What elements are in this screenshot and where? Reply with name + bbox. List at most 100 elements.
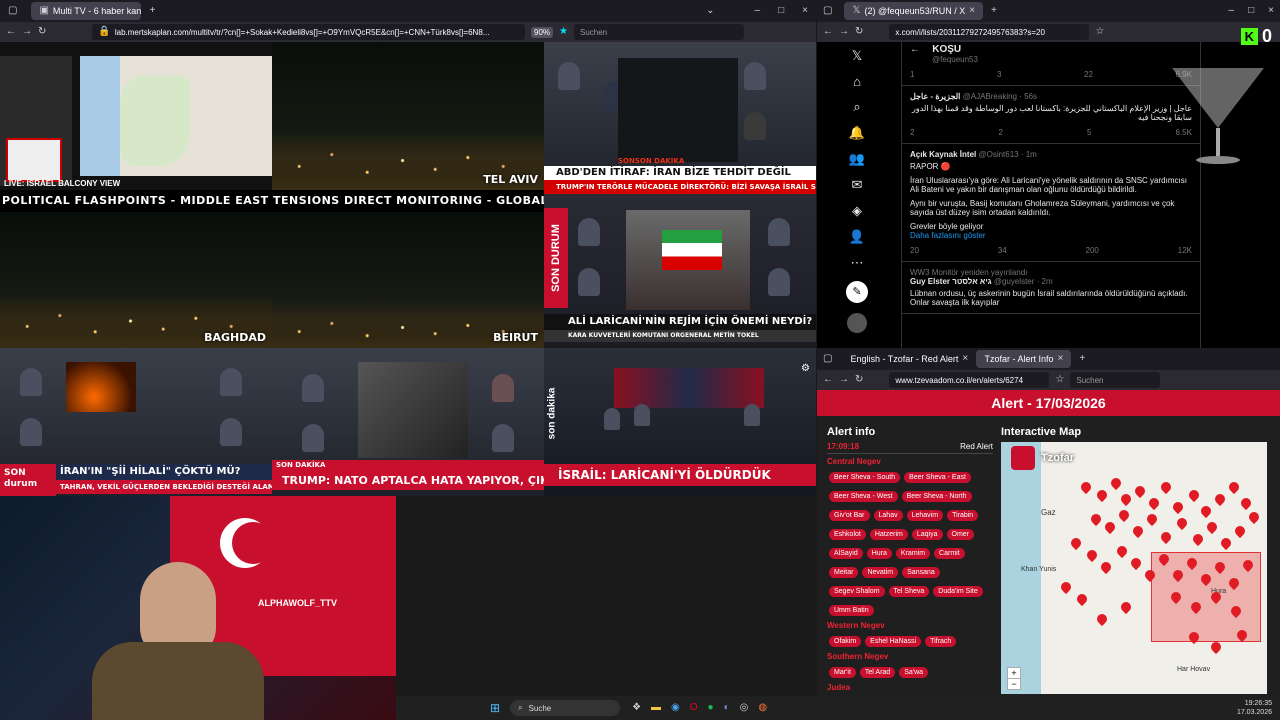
alert-pin-icon[interactable] <box>1118 599 1134 615</box>
tab-tzofar-alert[interactable]: Tzofar - Alert Info × <box>976 350 1072 368</box>
city-chip[interactable]: Beer Sheva - East <box>904 472 971 483</box>
like-count[interactable]: 200 <box>1086 246 1099 255</box>
url-field[interactable]: 🔒 lab.mertskaplan.com/multitv/tr/?cn[]=+… <box>92 24 526 40</box>
reply-count[interactable]: 1 <box>910 70 914 79</box>
alert-pin-icon[interactable] <box>1074 591 1090 607</box>
tab-x[interactable]: 𝕏 (2) @fequeun53/RUN / X × <box>844 2 984 20</box>
more-icon[interactable]: ⋯ <box>851 255 864 271</box>
taskbar-search[interactable]: ⌕ Suche <box>510 700 621 716</box>
back-icon[interactable]: ← <box>823 27 833 37</box>
tile-baghdad[interactable]: BAGHDAD <box>0 212 272 348</box>
alert-pin-icon[interactable] <box>1108 475 1124 491</box>
new-tab-icon[interactable]: + <box>149 6 155 16</box>
city-chip[interactable]: Laqiya <box>911 529 943 540</box>
city-chip[interactable]: Duda'im Site <box>933 586 983 597</box>
alert-pin-icon[interactable] <box>1094 487 1110 503</box>
like-count[interactable]: 22 <box>1084 70 1093 79</box>
url-field[interactable]: x.com/i/lists/2031127927249576383?s=20 <box>889 24 1090 40</box>
city-chip[interactable]: Mar'it <box>829 667 856 678</box>
alert-pin-icon[interactable] <box>1058 579 1074 595</box>
tile-haberturk[interactable]: SON durum İRAN'IN "Şİİ HİLALİ" ÇÖKTÜ MÜ?… <box>0 348 272 496</box>
city-chip[interactable]: Tel Arad <box>859 667 896 678</box>
alert-pin-icon[interactable] <box>1246 509 1262 525</box>
reply-count[interactable]: 2 <box>910 128 914 137</box>
alert-pin-icon[interactable] <box>1174 515 1190 531</box>
new-tab-icon[interactable]: + <box>991 6 997 16</box>
alert-pin-icon[interactable] <box>1238 495 1254 511</box>
alert-pin-icon[interactable] <box>1232 523 1248 539</box>
alert-pin-icon[interactable] <box>1130 523 1146 539</box>
notifications-icon[interactable]: 🔔 <box>849 125 865 141</box>
search-icon[interactable]: ⌕ <box>853 99 860 115</box>
alert-pin-icon[interactable] <box>1078 479 1094 495</box>
tile-tel-aviv[interactable]: TEL AVIV <box>272 42 544 190</box>
author-name[interactable]: الجزيرة - عاجل <box>910 92 960 101</box>
browser-icon[interactable]: ◉ <box>671 703 680 713</box>
retweet-count[interactable]: 3 <box>997 70 1001 79</box>
alert-pin-icon[interactable] <box>1198 503 1214 519</box>
zoom-badge[interactable]: 90% <box>531 26 554 38</box>
back-arrow-icon[interactable]: ← <box>910 44 920 55</box>
tab-tzofar-english[interactable]: English - Tzofar - Red Alert × <box>842 350 972 368</box>
tab-list-icon[interactable]: ▢ <box>8 6 17 16</box>
window-close-icon[interactable]: × <box>1268 6 1274 16</box>
city-chip[interactable]: Sansana <box>902 567 940 578</box>
city-chip[interactable]: Lahav <box>873 510 903 521</box>
city-chip[interactable]: Tirabin <box>947 510 979 521</box>
chevron-down-icon[interactable]: ⌄ <box>706 6 714 16</box>
post-button[interactable]: ✎ <box>846 281 868 303</box>
city-chip[interactable]: Kramim <box>895 548 931 559</box>
spotify-icon[interactable]: ● <box>708 703 714 713</box>
home-icon[interactable]: ⌂ <box>853 74 861 89</box>
interactive-map[interactable]: Tzofar Gaz Khan Yunis Hura Har Hovav + − <box>1001 442 1267 694</box>
discord-icon[interactable]: ◐ <box>724 703 730 713</box>
alert-pin-icon[interactable] <box>1118 491 1134 507</box>
reload-icon[interactable]: ↻ <box>855 375 863 385</box>
city-chip[interactable]: Segev Shalom <box>829 586 885 597</box>
alert-pin-icon[interactable] <box>1146 495 1162 511</box>
forward-icon[interactable]: → <box>839 27 849 37</box>
tab-multitv[interactable]: ▣ Multi TV - 6 haber kanalı × <box>31 2 142 20</box>
alert-pin-icon[interactable] <box>1208 639 1224 655</box>
view-count[interactable]: 6.5K <box>1176 128 1192 137</box>
view-count[interactable]: 12K <box>1178 246 1192 255</box>
city-chip[interactable]: Nevatim <box>862 567 899 578</box>
back-icon[interactable]: ← <box>6 27 16 37</box>
city-chip[interactable]: Ofakim <box>829 636 862 647</box>
tile-map-balcony[interactable]: LIVE: ISRAEL BALCONY VIEW <box>0 42 272 190</box>
close-icon[interactable]: × <box>969 6 975 16</box>
tweet[interactable]: WW3 Monitör yeniden yayınlandı Guy Elste… <box>902 262 1200 314</box>
new-tab-icon[interactable]: + <box>1079 354 1085 364</box>
tweet[interactable]: Açık Kaynak İntel @Osint613 · 1m RAPOR 🔴… <box>902 144 1200 262</box>
close-icon[interactable]: × <box>962 354 968 364</box>
alert-pin-icon[interactable] <box>1226 479 1242 495</box>
alert-pin-icon[interactable] <box>1170 499 1186 515</box>
back-icon[interactable]: ← <box>823 375 833 385</box>
city-chip[interactable]: Hura <box>866 548 892 559</box>
alert-pin-icon[interactable] <box>1084 547 1100 563</box>
x-logo-icon[interactable]: 𝕏 <box>852 48 862 64</box>
star-icon[interactable]: ★ <box>559 27 568 37</box>
tile-cnn-turk[interactable]: SONSON DAKİKA ABD'DEN İTİRAF: İRAN BİZE … <box>544 42 816 194</box>
steam-icon[interactable]: ◎ <box>740 703 749 713</box>
alert-pin-icon[interactable] <box>1094 611 1110 627</box>
retweet-count[interactable]: 2 <box>999 128 1003 137</box>
search-field[interactable]: Suchen <box>1070 372 1161 388</box>
firefox-icon[interactable]: ◍ <box>758 703 767 713</box>
alert-pin-icon[interactable] <box>1204 519 1220 535</box>
alert-pin-icon[interactable] <box>1186 487 1202 503</box>
city-chip[interactable]: Eshkolot <box>829 529 866 540</box>
reload-icon[interactable]: ↻ <box>855 27 863 37</box>
alert-pin-icon[interactable] <box>1114 543 1130 559</box>
avatar[interactable] <box>847 313 867 333</box>
messages-icon[interactable]: ✉ <box>852 177 863 193</box>
city-chip[interactable]: Meitar <box>829 567 859 578</box>
grok-icon[interactable]: ◈ <box>852 203 862 219</box>
city-chip[interactable]: Beer Sheva - South <box>829 472 901 483</box>
alert-pin-icon[interactable] <box>1158 479 1174 495</box>
profile-icon[interactable]: 👤 <box>849 229 865 245</box>
forward-icon[interactable]: → <box>839 375 849 385</box>
city-chip[interactable]: Tifrach <box>925 636 957 647</box>
tab-list-icon[interactable]: ▢ <box>823 6 832 16</box>
city-chip[interactable]: Sa'wa <box>899 667 929 678</box>
